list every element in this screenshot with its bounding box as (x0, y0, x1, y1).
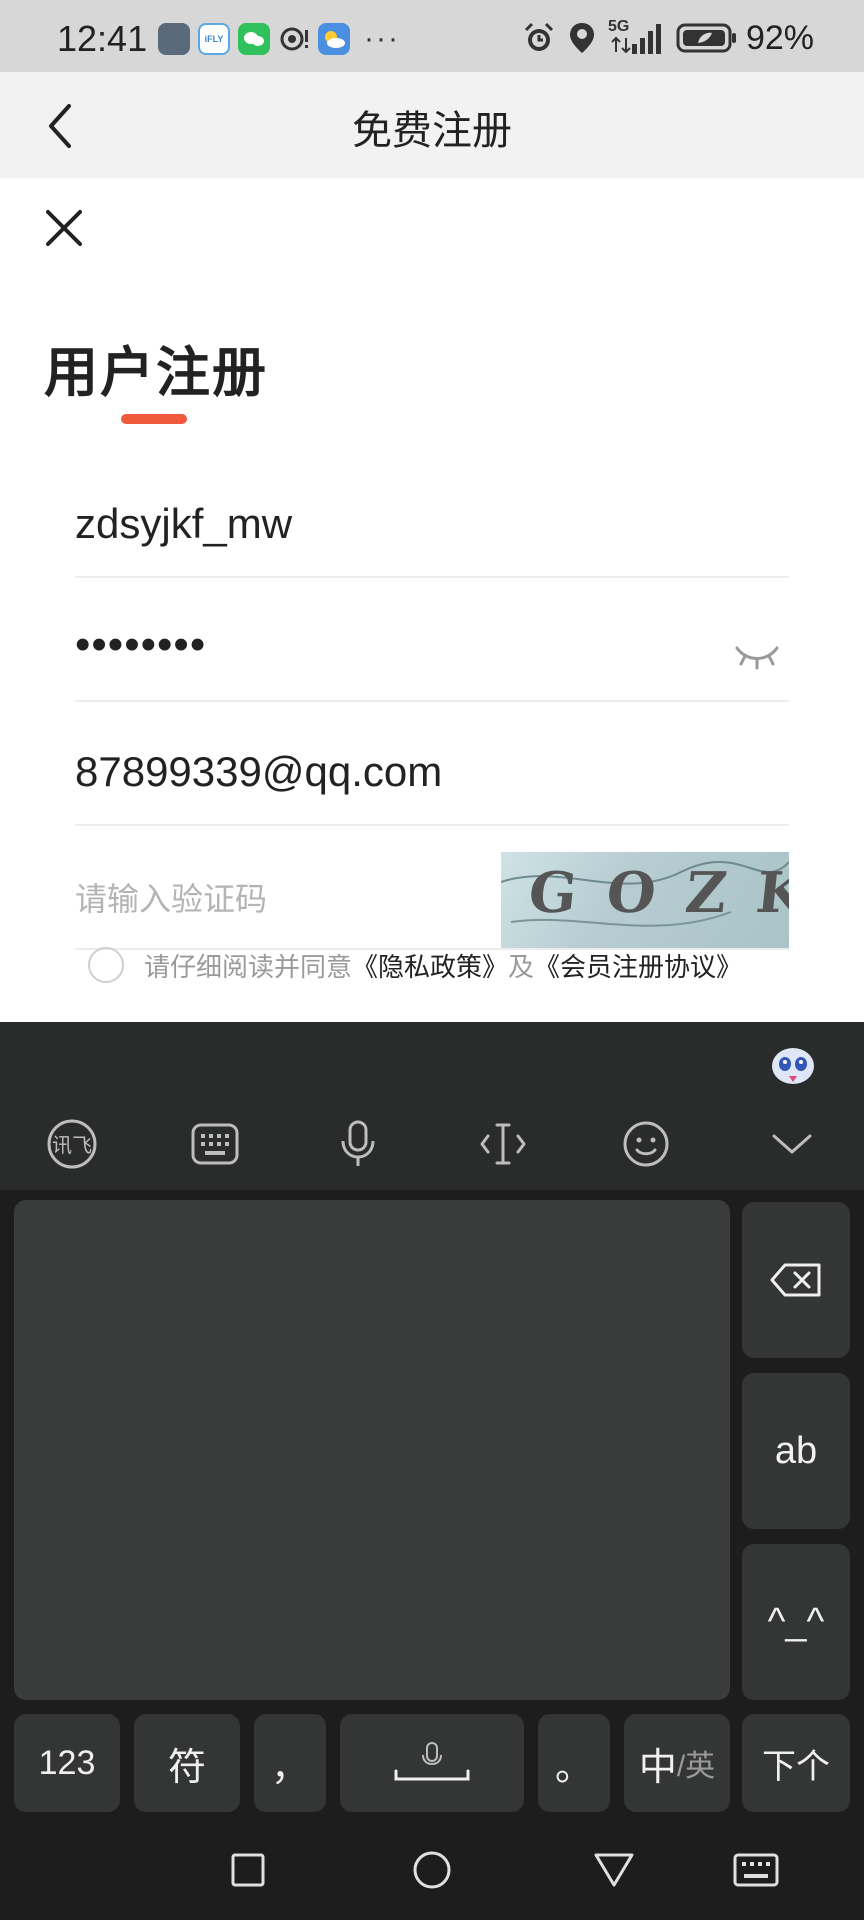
page-title: 免费注册 (352, 109, 512, 153)
collapse-keyboard-icon[interactable] (762, 1114, 822, 1174)
captcha-text: GOZK (525, 860, 789, 926)
title-bar: 免费注册 (0, 72, 864, 178)
handwriting-pad[interactable] (14, 1200, 730, 1700)
wechat-icon (238, 23, 270, 55)
captcha-image[interactable]: GOZK (501, 852, 789, 948)
square-icon (231, 1853, 265, 1887)
agree-checkbox[interactable] (88, 947, 124, 983)
member-agreement-link[interactable]: 《会员注册协议》 (534, 947, 742, 984)
status-time: 12:41 (57, 18, 148, 59)
ifly-icon: iFLY (198, 23, 230, 55)
face-key[interactable]: ^_^ (742, 1544, 850, 1700)
back-nav-button[interactable] (584, 1840, 644, 1900)
language-switch-key[interactable]: 中/英 (624, 1714, 730, 1812)
email-field[interactable]: 87899339@qq.com (75, 702, 789, 826)
comma-key[interactable]: ， (254, 1714, 326, 1812)
captcha-field[interactable]: 请输入验证码 GOZK (75, 826, 789, 950)
symbols-key[interactable]: 符 (134, 1714, 240, 1812)
space-key[interactable] (340, 1714, 524, 1812)
lang-sub: /英 (676, 1750, 716, 1783)
backspace-key[interactable] (742, 1202, 850, 1358)
triangle-back-icon (594, 1853, 634, 1887)
eye-closed-icon (735, 646, 779, 670)
close-icon (46, 210, 82, 246)
keyboard-toolbar: 讯飞 (0, 1022, 864, 1190)
weather-icon (318, 23, 350, 55)
keyboard-mascot-icon[interactable] (770, 1042, 816, 1086)
password-value: •••••••• (75, 620, 207, 669)
numbers-key[interactable]: 123 (14, 1714, 120, 1812)
notification-icons: iFLY ··· (158, 22, 400, 56)
keyboard-switch-button[interactable] (726, 1840, 786, 1900)
keyboard-layout-icon[interactable] (185, 1114, 245, 1174)
battery-icon (676, 23, 736, 53)
lang-main: 中 (638, 1746, 677, 1789)
privacy-policy-link[interactable]: 《隐私政策》 (352, 947, 508, 984)
navigation-bar (0, 1822, 864, 1920)
email-value: 87899339@qq.com (75, 748, 443, 795)
space-mic-icon (394, 1742, 470, 1781)
svg-text:讯飞: 讯飞 (52, 1133, 92, 1157)
captcha-placeholder: 请输入验证码 (75, 881, 268, 917)
agree-text: 请仔细阅读并同意 (144, 951, 353, 982)
close-button[interactable] (38, 202, 90, 254)
toggle-password-visibility[interactable] (733, 640, 781, 670)
alarm-icon (524, 22, 553, 51)
app-icon (158, 23, 190, 55)
period-key[interactable]: 。 (538, 1714, 610, 1812)
backspace-icon (770, 1263, 821, 1297)
circle-icon (413, 1851, 451, 1889)
username-value: zdsyjkf_mw (75, 500, 293, 547)
recents-button[interactable] (218, 1840, 278, 1900)
location-icon (569, 23, 594, 53)
ifly-logo-icon[interactable]: 讯飞 (42, 1114, 102, 1174)
podcast-icon (278, 23, 310, 55)
battery-level: 92% (745, 18, 814, 57)
signal-icon: 5G (608, 18, 664, 56)
more-notifications: ··· (364, 22, 400, 55)
keyboard-icon (733, 1853, 779, 1887)
microphone-icon[interactable] (328, 1114, 388, 1174)
status-bar: 12:41 iFLY ··· 5G 92% (0, 0, 864, 72)
next-key[interactable]: 下个 (742, 1714, 850, 1812)
heading-underline (121, 414, 187, 424)
agreement-row: 请仔细阅读并同意 《隐私政策》 及 《会员注册协议》 (88, 945, 742, 985)
password-field[interactable]: •••••••• (75, 578, 789, 702)
register-heading: 用户注册 (44, 343, 268, 403)
system-icons: 5G 92% (522, 18, 814, 58)
ab-key[interactable]: ab (742, 1373, 850, 1529)
home-button[interactable] (402, 1840, 462, 1900)
emoji-icon[interactable] (616, 1114, 676, 1174)
username-field[interactable]: zdsyjkf_mw (75, 454, 789, 578)
cursor-icon[interactable] (473, 1114, 533, 1174)
agree-and-text: 及 (508, 951, 535, 982)
